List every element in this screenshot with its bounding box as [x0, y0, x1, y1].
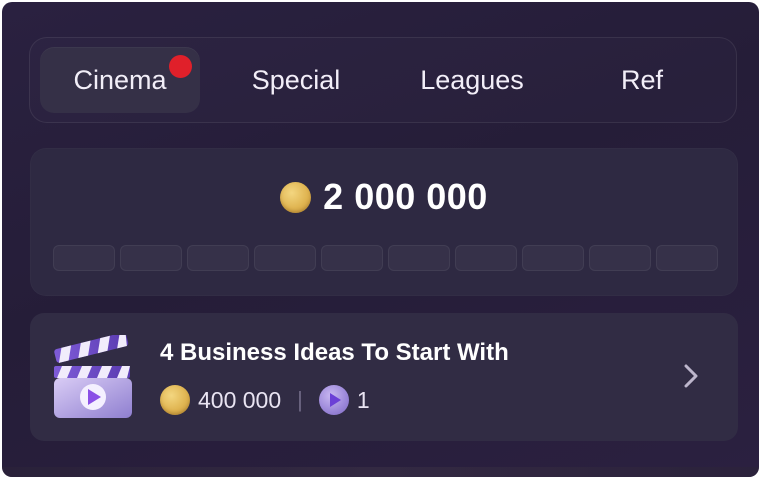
tab-ref[interactable]: Ref: [552, 47, 732, 113]
coin-icon: [280, 181, 312, 213]
balance-card: 2 000 000: [30, 148, 738, 296]
balance-row: 2 000 000: [30, 176, 738, 218]
progress-segment: [522, 245, 584, 271]
progress-bar: [53, 245, 718, 271]
task-rewards: 400 000 | 1: [160, 385, 370, 415]
tab-bar: Cinema Special Leagues Ref: [29, 37, 737, 123]
ticket-icon: [318, 385, 349, 415]
progress-segment: [120, 245, 182, 271]
progress-segment: [187, 245, 249, 271]
reward-separator: |: [297, 387, 303, 412]
task-card[interactable]: 4 Business Ideas To Start With 400 000 |…: [30, 313, 738, 441]
task-title: 4 Business Ideas To Start With: [160, 339, 509, 366]
progress-segment: [53, 245, 115, 271]
tab-cinema[interactable]: Cinema: [40, 47, 200, 113]
progress-segment: [589, 245, 651, 271]
notification-dot: [169, 55, 192, 78]
progress-segment: [321, 245, 383, 271]
tab-leagues-label: Leagues: [420, 64, 524, 95]
tab-ref-label: Ref: [620, 64, 664, 95]
progress-segment: [656, 245, 718, 271]
tab-leagues[interactable]: Leagues: [392, 47, 552, 113]
coin-icon: [160, 385, 190, 415]
tab-cinema-label: Cinema: [73, 64, 167, 95]
coin-reward: 400 000: [198, 386, 282, 413]
tab-special-label: Special: [251, 64, 341, 95]
progress-segment: [388, 245, 450, 271]
chevron-right-icon[interactable]: [684, 363, 698, 389]
tab-special[interactable]: Special: [200, 47, 392, 113]
balance-value: 2 000 000: [323, 176, 488, 217]
ticket-reward: 1: [356, 386, 370, 413]
clapperboard-icon: [54, 335, 132, 418]
app-frame: Cinema Special Leagues Ref 2 000 000 4 B…: [2, 2, 759, 477]
progress-segment: [455, 245, 517, 271]
progress-segment: [254, 245, 316, 271]
